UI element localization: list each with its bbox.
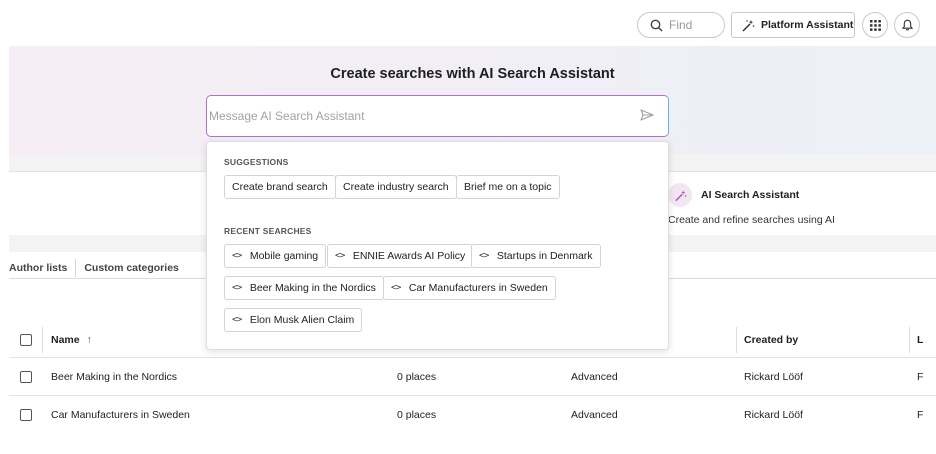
row-type: Advanced [571, 370, 618, 383]
select-all-checkbox-cell [20, 323, 32, 357]
row-name[interactable]: Car Manufacturers in Sweden [51, 396, 190, 433]
column-divider [909, 327, 910, 353]
recent-search-label: Mobile gaming [249, 250, 319, 262]
code-brackets-icon: <> [335, 251, 345, 261]
suggestion-chip[interactable]: Brief me on a topic [456, 175, 560, 199]
find-button[interactable]: Find [637, 12, 725, 38]
message-box [206, 95, 669, 137]
list-tabs: Author lists Custom categories [9, 259, 179, 277]
column-header-created-by[interactable]: Created by [744, 323, 798, 357]
recent-search-chip[interactable]: <> Beer Making in the Nordics [224, 276, 384, 300]
platform-assistant-label: Platform Assistant [761, 19, 854, 31]
magic-wand-icon [742, 19, 755, 32]
suggestion-chip[interactable]: Create industry search [335, 175, 457, 199]
row-places: 0 places [397, 408, 437, 421]
recent-search-chip[interactable]: <> Mobile gaming [224, 244, 327, 268]
code-brackets-icon: <> [232, 315, 242, 325]
row-last: F [917, 370, 924, 383]
apps-button[interactable] [862, 12, 888, 38]
recent-search-chip[interactable]: <> ENNIE Awards AI Policy [327, 244, 474, 268]
send-icon[interactable] [640, 109, 654, 121]
tab-author-lists[interactable]: Author lists [9, 262, 67, 274]
ai-assistant-card-icon [668, 183, 692, 207]
ai-assistant-card-subtitle: Create and refine searches using AI [668, 214, 835, 226]
top-bar: Find Platform Assistant [0, 0, 936, 46]
column-header-name[interactable]: Name ↑ [51, 323, 92, 357]
row-created-by: Rickard Lööf [744, 370, 803, 383]
row-checkbox[interactable] [20, 408, 32, 421]
recent-search-chip[interactable]: <> Car Manufacturers in Sweden [383, 276, 556, 300]
recent-search-label: Elon Musk Alien Claim [249, 314, 355, 326]
row-name[interactable]: Beer Making in the Nordics [51, 358, 177, 395]
message-input[interactable] [207, 109, 627, 123]
recent-search-label: Startups in Denmark [496, 250, 593, 262]
tab-separator [75, 259, 77, 277]
search-icon [650, 19, 663, 32]
code-brackets-icon: <> [479, 251, 489, 261]
suggestions-dropdown: SUGGESTIONS Create brand search Create i… [206, 141, 669, 350]
column-header-last[interactable]: L [917, 323, 923, 357]
recent-search-label: Beer Making in the Nordics [249, 282, 376, 294]
code-brackets-icon: <> [232, 251, 242, 261]
code-brackets-icon: <> [232, 283, 242, 293]
hero-title: Create searches with AI Search Assistant [330, 66, 615, 82]
find-label: Find [669, 18, 693, 32]
suggestion-chip[interactable]: Create brand search [224, 175, 336, 199]
row-last: F [917, 408, 924, 421]
suggestions-label: SUGGESTIONS [224, 157, 289, 167]
recent-search-label: Car Manufacturers in Sweden [408, 282, 548, 294]
recent-searches-label: RECENT SEARCHES [224, 226, 312, 236]
column-divider [42, 327, 43, 353]
code-brackets-icon: <> [391, 283, 401, 293]
bell-icon [901, 19, 913, 31]
row-places: 0 places [397, 370, 437, 383]
column-header-name-label: Name [51, 334, 80, 346]
row-created-by: Rickard Lööf [744, 408, 803, 421]
recent-search-label: ENNIE Awards AI Policy [352, 250, 466, 262]
ai-assistant-card-title[interactable]: AI Search Assistant [701, 189, 799, 201]
select-all-checkbox[interactable] [20, 334, 32, 346]
sort-ascending-icon: ↑ [86, 334, 92, 346]
recent-search-chip[interactable]: <> Startups in Denmark [471, 244, 601, 268]
table-row[interactable]: Car Manufacturers in Sweden 0 places Adv… [9, 395, 936, 433]
platform-assistant-button[interactable]: Platform Assistant [731, 12, 855, 38]
apps-grid-icon [869, 19, 881, 31]
tab-custom-categories[interactable]: Custom categories [84, 262, 179, 274]
magic-wand-icon [674, 189, 686, 201]
row-checkbox[interactable] [20, 370, 32, 383]
row-type: Advanced [571, 408, 618, 421]
table-row[interactable]: Beer Making in the Nordics 0 places Adva… [9, 357, 936, 395]
recent-search-chip[interactable]: <> Elon Musk Alien Claim [224, 308, 363, 332]
column-divider [736, 327, 737, 353]
notifications-button[interactable] [894, 12, 920, 38]
